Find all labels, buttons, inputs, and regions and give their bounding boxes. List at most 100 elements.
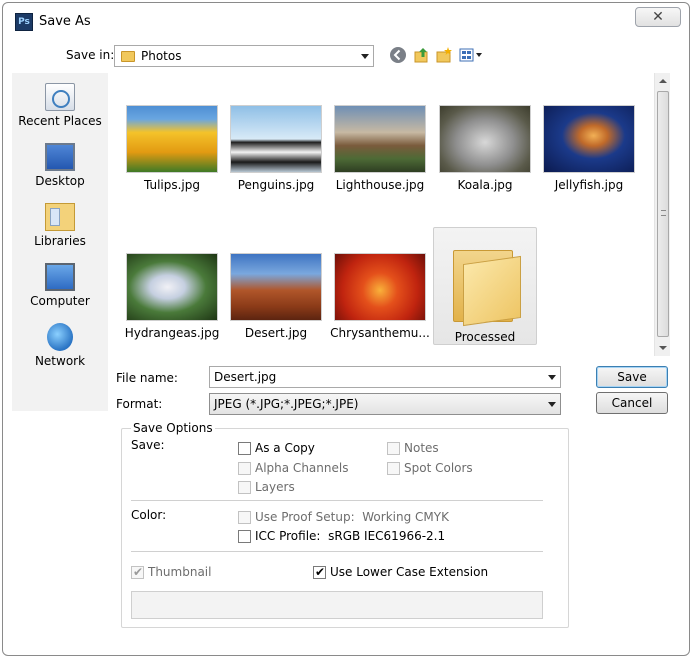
save-in-location-dropdown[interactable]: Photos: [114, 45, 374, 67]
file-item-lighthouse[interactable]: Lighthouse.jpg: [328, 73, 432, 192]
file-item-koala[interactable]: Koala.jpg: [433, 73, 537, 192]
place-label: Computer: [30, 294, 90, 308]
place-label: Desktop: [35, 174, 85, 188]
save-in-label: Save in:: [66, 48, 115, 62]
chrysanthemum-thumbnail: [334, 253, 426, 321]
file-name-label: File name:: [116, 371, 178, 385]
checkmark-icon: ✔: [315, 565, 326, 579]
use-proof-setup-label: Use Proof Setup: Working CMYK: [255, 510, 449, 524]
recent-places-icon: [45, 83, 75, 111]
checkbox-box[interactable]: [387, 462, 400, 475]
file-item-chrysanthemum[interactable]: Chrysanthemu...: [328, 221, 432, 340]
dialog-title: Save As: [39, 14, 91, 29]
place-libraries[interactable]: Libraries: [12, 197, 108, 255]
scrollbar-thumb[interactable]: [657, 91, 669, 337]
file-name-label: Tulips.jpg: [143, 178, 201, 192]
place-recent-places[interactable]: Recent Places: [12, 77, 108, 135]
file-name-label: Penguins.jpg: [237, 178, 315, 192]
icc-profile-label: ICC Profile: sRGB IEC61966-2.1: [255, 529, 446, 543]
cancel-button[interactable]: Cancel: [596, 392, 668, 414]
checkmark-icon: ✔: [133, 565, 144, 579]
computer-icon: [45, 263, 75, 291]
icc-profile-value: sRGB IEC61966-2.1: [328, 529, 446, 543]
close-icon: ✕: [652, 9, 664, 25]
desktop-icon: [45, 143, 75, 171]
file-list-scrollbar[interactable]: [654, 73, 670, 356]
tulips-thumbnail: [126, 105, 218, 173]
file-name-value: Desert.jpg: [214, 370, 277, 384]
warning-message-box: [131, 591, 543, 619]
place-network[interactable]: Network: [12, 317, 108, 375]
hydrangeas-thumbnail: [126, 253, 218, 321]
place-computer[interactable]: Computer: [12, 257, 108, 315]
lighthouse-thumbnail: [334, 105, 426, 173]
as-a-copy-label: As a Copy: [255, 441, 315, 455]
save-button[interactable]: Save: [596, 366, 668, 388]
back-icon[interactable]: [388, 46, 408, 66]
checkbox-box[interactable]: [238, 511, 251, 524]
place-label: Recent Places: [18, 114, 102, 128]
places-bar: Recent Places Desktop Libraries Computer…: [12, 73, 108, 411]
scroll-up-icon[interactable]: [659, 79, 667, 83]
scroll-down-icon[interactable]: [659, 346, 667, 350]
checkbox-box[interactable]: ✔: [131, 565, 144, 579]
format-label: Format:: [116, 397, 163, 411]
divider: [131, 500, 543, 501]
place-label: Libraries: [34, 234, 86, 248]
penguins-thumbnail: [230, 105, 322, 173]
file-item-hydrangeas[interactable]: Hydrangeas.jpg: [120, 221, 224, 340]
desert-thumbnail: [230, 253, 322, 321]
folder-icon: [121, 51, 135, 62]
grip-icon: [661, 210, 666, 216]
jellyfish-thumbnail: [543, 105, 635, 173]
chevron-down-icon[interactable]: [548, 375, 556, 380]
file-item-penguins[interactable]: Penguins.jpg: [224, 73, 328, 192]
format-dropdown[interactable]: JPEG (*.JPG;*.JPEG;*.JPE): [209, 393, 561, 415]
thumbnail-label: Thumbnail: [148, 565, 212, 579]
close-button[interactable]: ✕: [635, 7, 681, 27]
notes-label: Notes: [404, 441, 439, 455]
koala-thumbnail: [439, 105, 531, 173]
file-name-label: Chrysanthemu...: [330, 326, 430, 340]
divider: [131, 551, 543, 552]
save-options-legend: Save Options: [131, 421, 215, 435]
file-name-label: Hydrangeas.jpg: [124, 326, 220, 340]
title-bar: Ps Save As ✕: [3, 3, 689, 39]
file-name-label: Koala.jpg: [457, 178, 513, 192]
file-name-input[interactable]: Desert.jpg: [209, 366, 561, 388]
folder-name-label: Processed: [454, 330, 516, 344]
checkbox-box[interactable]: ✔: [313, 565, 326, 579]
checkbox-box[interactable]: [238, 481, 251, 494]
view-menu-icon[interactable]: [458, 46, 486, 66]
checkbox-box[interactable]: [238, 530, 251, 543]
checkbox-box[interactable]: [387, 442, 400, 455]
up-folder-icon[interactable]: [412, 46, 432, 66]
network-icon: [47, 323, 73, 351]
place-desktop[interactable]: Desktop: [12, 137, 108, 195]
file-name-label: Lighthouse.jpg: [335, 178, 425, 192]
format-value: JPEG (*.JPG;*.JPEG;*.JPE): [214, 397, 359, 411]
color-section-label: Color:: [131, 508, 167, 522]
chevron-down-icon: [548, 402, 556, 407]
place-label: Network: [34, 354, 86, 368]
file-list[interactable]: Tulips.jpg Penguins.jpg Lighthouse.jpg K…: [114, 73, 654, 356]
file-item-tulips[interactable]: Tulips.jpg: [120, 73, 224, 192]
file-name-label: Desert.jpg: [244, 326, 308, 340]
file-name-label: Jellyfish.jpg: [554, 178, 624, 192]
photoshop-app-icon: Ps: [15, 13, 33, 31]
alpha-channels-label: Alpha Channels: [255, 461, 349, 475]
libraries-icon: [45, 203, 75, 231]
save-section-label: Save:: [131, 438, 165, 452]
file-item-jellyfish[interactable]: Jellyfish.jpg: [537, 73, 641, 192]
folder-icon: [449, 242, 521, 327]
lower-case-extension-label: Use Lower Case Extension: [330, 565, 489, 579]
use-proof-setup-value: Working CMYK: [362, 510, 449, 524]
file-item-desert[interactable]: Desert.jpg: [224, 221, 328, 340]
folder-item-processed[interactable]: Processed: [433, 227, 537, 345]
checkbox-box[interactable]: [238, 462, 251, 475]
new-folder-icon[interactable]: [434, 46, 454, 66]
save-in-location-value: Photos: [141, 49, 182, 63]
checkbox-box[interactable]: [238, 442, 251, 455]
chevron-down-icon: [361, 54, 369, 59]
layers-label: Layers: [255, 480, 295, 494]
